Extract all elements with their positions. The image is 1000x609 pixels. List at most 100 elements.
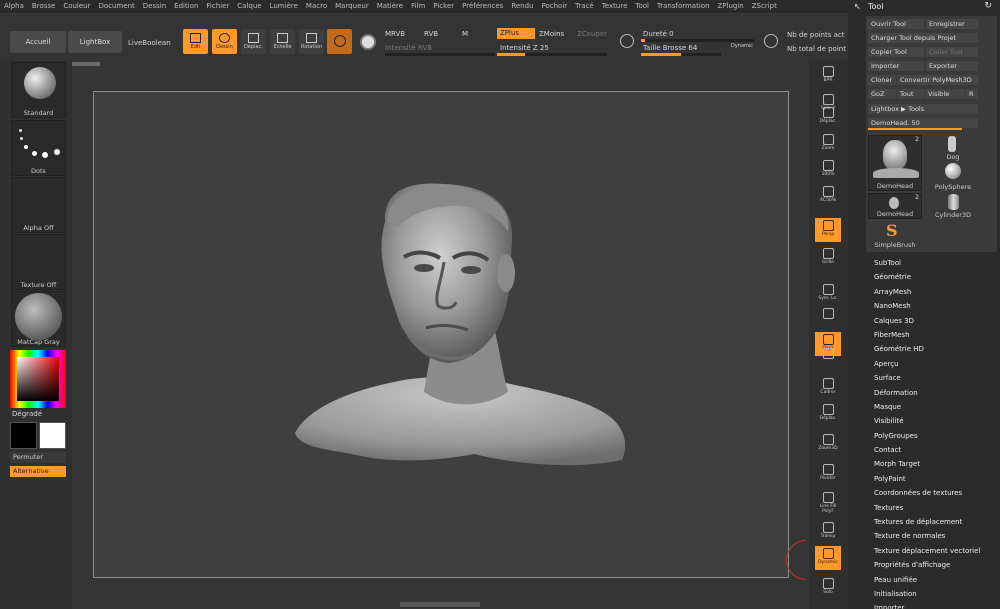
secondary-color-swatch[interactable] (39, 422, 66, 449)
menu-item[interactable]: Lumière (266, 0, 302, 13)
menu-item[interactable]: Couleur (59, 0, 94, 13)
rotate-button[interactable]: Rotation (299, 29, 324, 54)
menu-item[interactable]: Document (95, 0, 139, 13)
dynamic-toggle[interactable]: Dynamic (731, 43, 753, 49)
view-button-12[interactable]: Cadrer (815, 376, 841, 400)
menu-item[interactable]: Edition (170, 0, 202, 13)
m-toggle[interactable]: M (462, 30, 468, 38)
convertir-polymesh-button[interactable]: Convertir PolyMesh3D (897, 75, 978, 85)
lightbox-tools-button[interactable]: Lightbox ▶ Tools (868, 104, 978, 114)
menu-item[interactable]: Tracé (571, 0, 598, 13)
tool-section[interactable]: Calques 3D (874, 314, 998, 328)
view-button-11[interactable] (815, 346, 841, 370)
tool-thumb-demohead-2[interactable]: 2 DemoHead (868, 193, 922, 219)
tool-section[interactable]: Peau unifiée (874, 573, 998, 587)
menu-item[interactable]: Fichier (202, 0, 233, 13)
view-button-8[interactable]: Sym. Lo. (815, 282, 841, 306)
view-button-3[interactable]: Zoom (815, 132, 841, 156)
menu-item[interactable]: Texture (598, 0, 632, 13)
tool-section[interactable]: FiberMesh (874, 328, 998, 342)
intensite-rvb-slider[interactable]: Intensité RVB (385, 44, 432, 52)
tool-section[interactable]: Surface (874, 371, 998, 385)
menu-item[interactable]: Alpha (0, 0, 28, 13)
tool-section[interactable]: Propriétés d'affichage (874, 558, 998, 572)
material-selector[interactable]: MatCap Gray (11, 291, 66, 347)
tout-button[interactable]: Tout (897, 89, 924, 99)
view-button-19[interactable]: Solo (815, 576, 841, 600)
enregistrer-button[interactable]: Enregistrer (926, 19, 978, 29)
tool-section[interactable]: Aperçu (874, 357, 998, 371)
view-button-0[interactable]: BPR (815, 64, 841, 88)
demohead-slider[interactable]: DemoHead. 50 (868, 118, 978, 128)
menu-item[interactable]: Préférences (458, 0, 507, 13)
tool-section[interactable]: Contact (874, 443, 998, 457)
tool-section[interactable]: Textures de déplacement (874, 515, 998, 529)
canvas-bottom-controls[interactable] (400, 602, 480, 607)
tool-section[interactable]: SubTool (874, 256, 998, 270)
tool-section[interactable]: Déformation (874, 386, 998, 400)
tool-section[interactable]: Initialisation (874, 587, 998, 601)
color-picker[interactable] (10, 350, 66, 408)
menu-item[interactable]: Film (407, 0, 429, 13)
tool-section[interactable]: Texture déplacement vectoriel (874, 544, 998, 558)
tool-thumb-dog[interactable]: Dog (926, 135, 980, 161)
dessin-button[interactable]: Dessin (212, 29, 237, 54)
tool-thumb-polysphere[interactable]: PolySphere (926, 163, 980, 191)
tool-section[interactable]: Texture de normales (874, 529, 998, 543)
tool-section[interactable]: PolyPaint (874, 472, 998, 486)
view-button-18[interactable]: Dynamic (815, 546, 841, 570)
brush-selector[interactable]: Standard (11, 62, 66, 118)
stroke-selector[interactable]: Dots (11, 120, 66, 176)
ouvrir-tool-button[interactable]: Ouvrir Tool (868, 19, 924, 29)
coller-tool-button[interactable]: Coller Tool (926, 47, 978, 57)
intensite-z-slider[interactable] (497, 53, 607, 56)
view-button-5[interactable]: AC50% (815, 184, 841, 208)
main-color-swatch[interactable] (10, 422, 37, 449)
tool-thumb-simplebrush[interactable]: S SimpleBrush (868, 221, 922, 249)
zcouper-toggle[interactable]: ZCouper (577, 30, 607, 38)
menu-item[interactable]: Transformation (653, 0, 714, 13)
menu-item[interactable]: Rendu (507, 0, 537, 13)
menu-item[interactable]: ZPlugin (714, 0, 748, 13)
alternate-button[interactable]: Alternative (10, 466, 66, 477)
intensite-rvb-track[interactable] (385, 53, 495, 56)
view-button-9[interactable] (815, 306, 841, 330)
rvb-toggle[interactable]: RVB (424, 30, 438, 38)
menu-item[interactable]: ZScript (748, 0, 781, 13)
view-button-13[interactable]: Déplac. (815, 402, 841, 426)
menu-item[interactable]: Brosse (28, 0, 59, 13)
view-button-4[interactable]: 100% (815, 158, 841, 182)
tool-section[interactable]: Morph Target (874, 457, 998, 471)
exporter-button[interactable]: Exporter (926, 61, 978, 71)
gradient-label[interactable]: Dégradé (12, 410, 42, 418)
view-button-6[interactable]: Persp (815, 218, 841, 242)
brush-mode-icon[interactable] (360, 34, 376, 50)
tool-section[interactable]: Masque (874, 400, 998, 414)
r-button[interactable]: R (966, 89, 978, 99)
lightbox-button[interactable]: LightBox (68, 31, 122, 53)
tool-section[interactable]: NanoMesh (874, 299, 998, 313)
liveboolean-button[interactable]: LiveBoolean (128, 39, 171, 47)
tool-section[interactable]: PolyGroupes (874, 429, 998, 443)
view-button-2[interactable]: Déplac. (815, 105, 841, 129)
view-button-17[interactable]: Transp (815, 520, 841, 544)
alpha-selector[interactable]: Alpha Off (11, 177, 66, 233)
view-button-14[interactable]: Zoom3D (815, 432, 841, 456)
durete-slider[interactable] (641, 39, 754, 42)
scale-button[interactable]: Échelle (270, 29, 295, 54)
menu-item[interactable]: Macro (302, 0, 331, 13)
focal-icon[interactable] (620, 34, 634, 48)
cloner-button[interactable]: Cloner (868, 75, 896, 85)
visible-button[interactable]: Visible (925, 89, 965, 99)
material-sphere-button[interactable] (327, 29, 352, 54)
view-button-15[interactable]: Pivoter (815, 462, 841, 486)
tool-section[interactable]: Visibilité (874, 414, 998, 428)
menu-item[interactable]: Picker (429, 0, 458, 13)
tool-section[interactable]: Géométrie HD (874, 342, 998, 356)
menu-item[interactable]: Pochoir (538, 0, 572, 13)
tool-section[interactable]: Importer (874, 601, 998, 609)
zplus-toggle[interactable]: ZPlus (497, 28, 535, 39)
mrvb-toggle[interactable]: MRVB (385, 30, 405, 38)
menu-item[interactable]: Calque (233, 0, 265, 13)
accueil-button[interactable]: Accueil (10, 31, 66, 53)
